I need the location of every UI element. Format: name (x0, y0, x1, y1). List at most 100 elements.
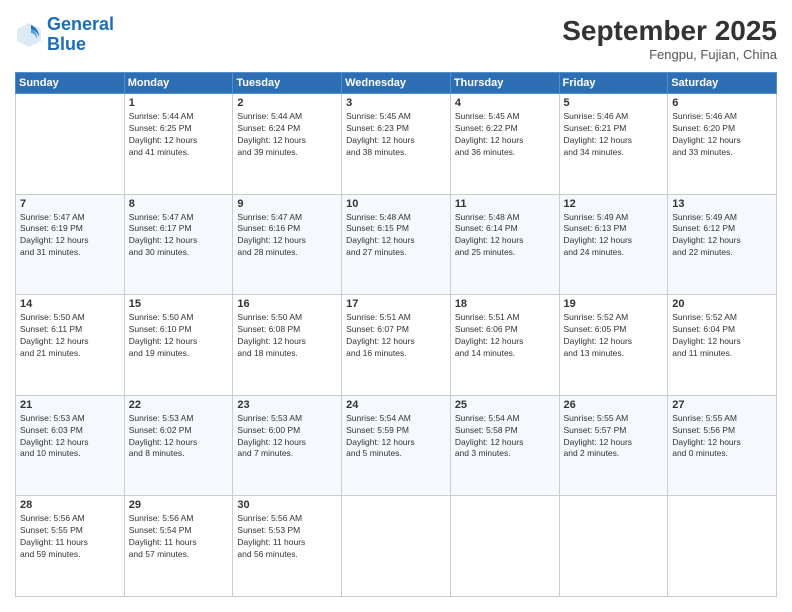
day-number: 7 (20, 198, 120, 210)
cell-info: Sunrise: 5:56 AM Sunset: 5:54 PM Dayligh… (129, 513, 229, 561)
calendar-cell: 1 Sunrise: 5:44 AM Sunset: 6:25 PM Daylig… (124, 94, 233, 195)
day-number: 23 (237, 399, 337, 411)
calendar-cell: 16 Sunrise: 5:50 AM Sunset: 6:08 PM Dayli… (233, 295, 342, 396)
calendar-cell: 5Sunrise: 5:46 AM Sunset: 6:21 PM Daylig… (559, 94, 668, 195)
day-number: 27 (672, 399, 772, 411)
cell-info: Sunrise: 5:51 AM Sunset: 6:06 PM Dayligh… (455, 312, 555, 360)
calendar-cell: 2 Sunrise: 5:44 AM Sunset: 6:24 PM Daylig… (233, 94, 342, 195)
day-number: 12 (564, 198, 664, 210)
calendar-cell: 11 Sunrise: 5:48 AM Sunset: 6:14 PM Dayli… (450, 194, 559, 295)
day-number: 16 (237, 298, 337, 310)
calendar-cell: 28 Sunrise: 5:56 AM Sunset: 5:55 PM Dayli… (16, 496, 125, 597)
day-number: 25 (455, 399, 555, 411)
cell-info: Sunrise: 5:52 AM Sunset: 6:04 PM Dayligh… (672, 312, 772, 360)
cell-info: Sunrise: 5:44 AM Sunset: 6:25 PM Dayligh… (129, 111, 229, 159)
calendar-cell: 27 Sunrise: 5:55 AM Sunset: 5:56 PM Dayli… (668, 395, 777, 496)
cell-info: Sunrise: 5:46 AM Sunset: 6:20 PM Dayligh… (672, 111, 772, 159)
logo-text: General Blue (47, 15, 114, 55)
calendar-cell: 6 Sunrise: 5:46 AM Sunset: 6:20 PM Daylig… (668, 94, 777, 195)
calendar-cell (668, 496, 777, 597)
day-number: 26 (564, 399, 664, 411)
calendar-cell: 7 Sunrise: 5:47 AM Sunset: 6:19 PM Daylig… (16, 194, 125, 295)
calendar-cell: 15 Sunrise: 5:50 AM Sunset: 6:10 PM Dayli… (124, 295, 233, 396)
day-number: 4 (455, 97, 555, 109)
calendar-cell: 10 Sunrise: 5:48 AM Sunset: 6:15 PM Dayli… (342, 194, 451, 295)
calendar-cell: 18 Sunrise: 5:51 AM Sunset: 6:06 PM Dayli… (450, 295, 559, 396)
weekday-header-thursday: Thursday (450, 73, 559, 94)
day-number: 15 (129, 298, 229, 310)
cell-info: Sunrise: 5:55 AM Sunset: 5:57 PM Dayligh… (564, 413, 664, 461)
cell-info: Sunrise: 5:45 AM Sunset: 6:23 PM Dayligh… (346, 111, 446, 159)
calendar-cell (16, 94, 125, 195)
calendar-cell (450, 496, 559, 597)
calendar-table: SundayMondayTuesdayWednesdayThursdayFrid… (15, 72, 777, 597)
calendar-cell: 21Sunrise: 5:53 AM Sunset: 6:03 PM Dayli… (16, 395, 125, 496)
calendar-cell: 29Sunrise: 5:56 AM Sunset: 5:54 PM Dayli… (124, 496, 233, 597)
calendar-cell (342, 496, 451, 597)
calendar-cell: 13 Sunrise: 5:49 AM Sunset: 6:12 PM Dayli… (668, 194, 777, 295)
cell-info: Sunrise: 5:49 AM Sunset: 6:13 PM Dayligh… (564, 212, 664, 260)
cell-info: Sunrise: 5:46 AM Sunset: 6:21 PM Dayligh… (564, 111, 664, 159)
day-number: 2 (237, 97, 337, 109)
day-number: 30 (237, 499, 337, 511)
day-number: 9 (237, 198, 337, 210)
day-number: 28 (20, 499, 120, 511)
cell-info: Sunrise: 5:50 AM Sunset: 6:10 PM Dayligh… (129, 312, 229, 360)
weekday-header-friday: Friday (559, 73, 668, 94)
weekday-header-saturday: Saturday (668, 73, 777, 94)
cell-info: Sunrise: 5:48 AM Sunset: 6:15 PM Dayligh… (346, 212, 446, 260)
day-number: 11 (455, 198, 555, 210)
calendar-cell: 9 Sunrise: 5:47 AM Sunset: 6:16 PM Daylig… (233, 194, 342, 295)
calendar-cell: 12 Sunrise: 5:49 AM Sunset: 6:13 PM Dayli… (559, 194, 668, 295)
location: Fengpu, Fujian, China (562, 47, 777, 62)
calendar-week-5: 28 Sunrise: 5:56 AM Sunset: 5:55 PM Dayli… (16, 496, 777, 597)
cell-info: Sunrise: 5:55 AM Sunset: 5:56 PM Dayligh… (672, 413, 772, 461)
day-number: 18 (455, 298, 555, 310)
cell-info: Sunrise: 5:47 AM Sunset: 6:19 PM Dayligh… (20, 212, 120, 260)
cell-info: Sunrise: 5:49 AM Sunset: 6:12 PM Dayligh… (672, 212, 772, 260)
day-number: 21 (20, 399, 120, 411)
day-number: 17 (346, 298, 446, 310)
calendar-cell: 17 Sunrise: 5:51 AM Sunset: 6:07 PM Dayli… (342, 295, 451, 396)
day-number: 1 (129, 97, 229, 109)
cell-info: Sunrise: 5:54 AM Sunset: 5:59 PM Dayligh… (346, 413, 446, 461)
calendar-cell: 22 Sunrise: 5:53 AM Sunset: 6:02 PM Dayli… (124, 395, 233, 496)
logo-icon (15, 21, 43, 49)
day-number: 3 (346, 97, 446, 109)
day-number: 6 (672, 97, 772, 109)
logo-line1: General (47, 14, 114, 34)
page: General Blue September 2025 Fengpu, Fuji… (0, 0, 792, 612)
cell-info: Sunrise: 5:47 AM Sunset: 6:16 PM Dayligh… (237, 212, 337, 260)
cell-info: Sunrise: 5:51 AM Sunset: 6:07 PM Dayligh… (346, 312, 446, 360)
day-number: 22 (129, 399, 229, 411)
calendar-cell: 25Sunrise: 5:54 AM Sunset: 5:58 PM Dayli… (450, 395, 559, 496)
day-number: 10 (346, 198, 446, 210)
logo-line2: Blue (47, 34, 86, 54)
cell-info: Sunrise: 5:53 AM Sunset: 6:02 PM Dayligh… (129, 413, 229, 461)
title-block: September 2025 Fengpu, Fujian, China (562, 15, 777, 62)
calendar-cell: 24 Sunrise: 5:54 AM Sunset: 5:59 PM Dayli… (342, 395, 451, 496)
day-number: 24 (346, 399, 446, 411)
cell-info: Sunrise: 5:45 AM Sunset: 6:22 PM Dayligh… (455, 111, 555, 159)
calendar-cell: 4 Sunrise: 5:45 AM Sunset: 6:22 PM Daylig… (450, 94, 559, 195)
day-number: 13 (672, 198, 772, 210)
cell-info: Sunrise: 5:56 AM Sunset: 5:53 PM Dayligh… (237, 513, 337, 561)
cell-info: Sunrise: 5:44 AM Sunset: 6:24 PM Dayligh… (237, 111, 337, 159)
day-number: 20 (672, 298, 772, 310)
calendar-cell: 20 Sunrise: 5:52 AM Sunset: 6:04 PM Dayli… (668, 295, 777, 396)
cell-info: Sunrise: 5:50 AM Sunset: 6:08 PM Dayligh… (237, 312, 337, 360)
day-number: 19 (564, 298, 664, 310)
calendar-week-1: 1 Sunrise: 5:44 AM Sunset: 6:25 PM Daylig… (16, 94, 777, 195)
calendar-week-4: 21Sunrise: 5:53 AM Sunset: 6:03 PM Dayli… (16, 395, 777, 496)
cell-info: Sunrise: 5:56 AM Sunset: 5:55 PM Dayligh… (20, 513, 120, 561)
month-title: September 2025 (562, 15, 777, 47)
cell-info: Sunrise: 5:48 AM Sunset: 6:14 PM Dayligh… (455, 212, 555, 260)
calendar-week-2: 7 Sunrise: 5:47 AM Sunset: 6:19 PM Daylig… (16, 194, 777, 295)
cell-info: Sunrise: 5:52 AM Sunset: 6:05 PM Dayligh… (564, 312, 664, 360)
calendar-cell: 30 Sunrise: 5:56 AM Sunset: 5:53 PM Dayli… (233, 496, 342, 597)
cell-info: Sunrise: 5:50 AM Sunset: 6:11 PM Dayligh… (20, 312, 120, 360)
calendar-cell (559, 496, 668, 597)
calendar-cell: 23Sunrise: 5:53 AM Sunset: 6:00 PM Dayli… (233, 395, 342, 496)
day-number: 8 (129, 198, 229, 210)
cell-info: Sunrise: 5:47 AM Sunset: 6:17 PM Dayligh… (129, 212, 229, 260)
